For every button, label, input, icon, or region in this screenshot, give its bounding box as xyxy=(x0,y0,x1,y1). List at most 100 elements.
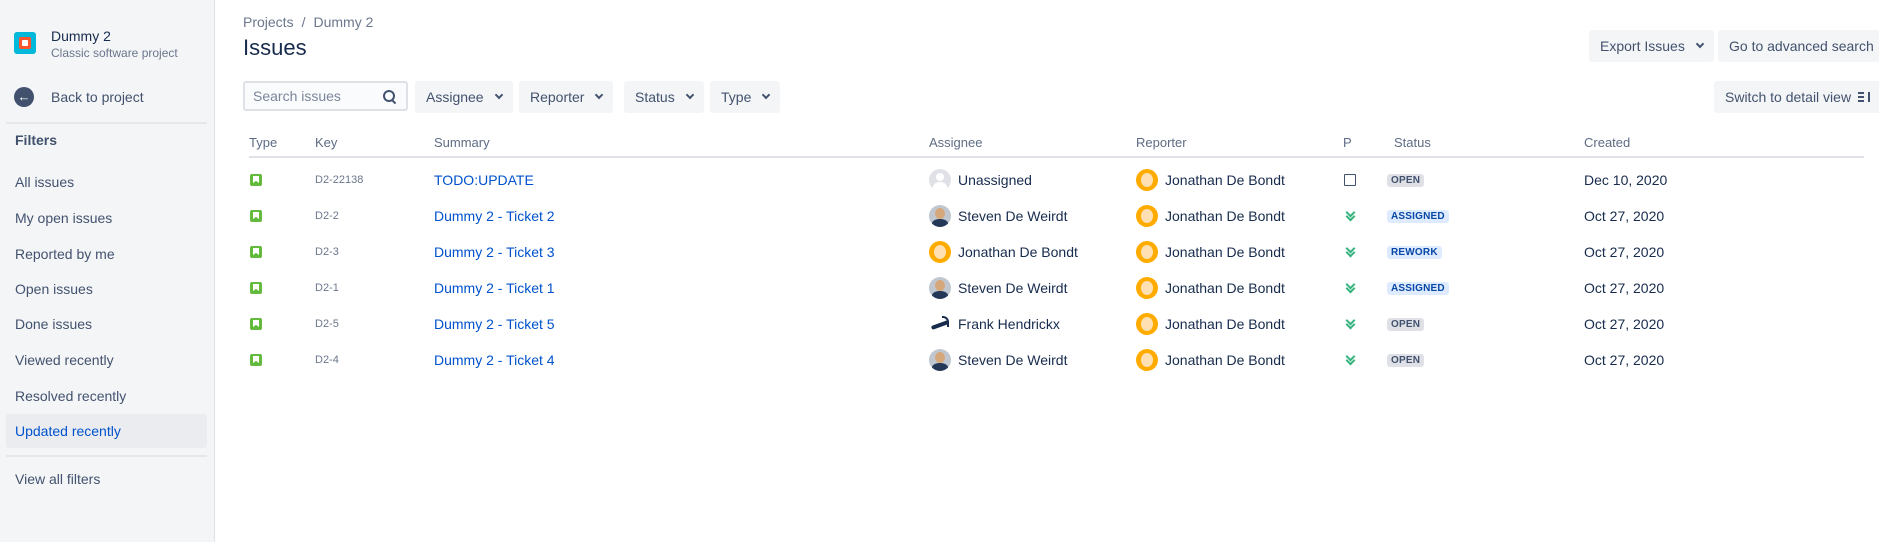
assignee-name: Jonathan De Bondt xyxy=(958,244,1078,260)
page-title: Issues xyxy=(243,35,307,60)
priority-low-icon xyxy=(1344,210,1356,222)
created-date: Oct 27, 2020 xyxy=(1584,244,1665,260)
issue-key[interactable]: D2-5 xyxy=(315,306,339,342)
issue-key[interactable]: D2-2 xyxy=(315,198,339,234)
status-badge: OPEN xyxy=(1387,173,1425,187)
advanced-search-label: Go to advanced search xyxy=(1729,38,1874,54)
sidebar-item-open-issues[interactable]: Open issues xyxy=(6,272,207,306)
sidebar-item-resolved-recently[interactable]: Resolved recently xyxy=(6,379,207,413)
assignee-name: Unassigned xyxy=(958,172,1032,188)
filters-heading: Filters xyxy=(15,132,58,148)
status-badge: OPEN xyxy=(1387,317,1425,331)
sidebar-divider xyxy=(6,455,207,457)
issue-summary-link[interactable]: TODO:UPDATE xyxy=(434,162,534,198)
project-header[interactable]: Dummy 2 Classic software project xyxy=(14,26,178,60)
avatar xyxy=(1136,205,1158,227)
created-date: Oct 27, 2020 xyxy=(1584,316,1665,332)
arrow-left-circle-icon: ← xyxy=(14,87,34,107)
type-filter-button[interactable]: Type xyxy=(710,81,781,113)
column-header-created[interactable]: Created xyxy=(1584,135,1630,150)
avatar xyxy=(1136,349,1158,371)
export-issues-button[interactable]: Export Issues xyxy=(1589,30,1714,62)
column-header-key[interactable]: Key xyxy=(315,135,337,150)
table-row[interactable]: D2-22138 TODO:UPDATE Unassigned Jonathan… xyxy=(249,162,1864,198)
avatar xyxy=(929,313,951,335)
column-header-type[interactable]: Type xyxy=(249,135,277,150)
assignee-name: Steven De Weirdt xyxy=(958,208,1068,224)
column-header-status[interactable]: Status xyxy=(1394,135,1431,150)
chevron-down-icon xyxy=(762,90,771,100)
status-filter-button[interactable]: Status xyxy=(624,81,704,113)
assignee-cell: Frank Hendrickx xyxy=(929,306,1060,342)
search-input[interactable] xyxy=(253,88,383,104)
reporter-cell: Jonathan De Bondt xyxy=(1136,162,1285,198)
priority-low-icon xyxy=(1344,282,1356,294)
avatar xyxy=(929,349,951,371)
column-header-priority[interactable]: P xyxy=(1343,135,1352,150)
switch-to-detail-view-button[interactable]: Switch to detail view xyxy=(1714,81,1879,113)
table-row[interactable]: D2-5 Dummy 2 - Ticket 5 Frank Hendrickx … xyxy=(249,306,1864,342)
sidebar-item-all-issues[interactable]: All issues xyxy=(6,165,207,199)
issue-summary-link[interactable]: Dummy 2 - Ticket 3 xyxy=(434,234,555,270)
sidebar-item-done-issues[interactable]: Done issues xyxy=(6,307,207,341)
avatar xyxy=(929,241,951,263)
issue-key[interactable]: D2-4 xyxy=(315,342,339,378)
reporter-cell: Jonathan De Bondt xyxy=(1136,306,1285,342)
search-icon[interactable] xyxy=(383,89,396,103)
assignee-cell: Steven De Weirdt xyxy=(929,270,1067,306)
project-avatar-icon xyxy=(14,32,36,54)
reporter-filter-button[interactable]: Reporter xyxy=(519,81,614,113)
priority-low-icon xyxy=(1344,246,1356,258)
story-icon xyxy=(250,318,262,330)
column-header-reporter[interactable]: Reporter xyxy=(1136,135,1187,150)
table-row[interactable]: D2-1 Dummy 2 - Ticket 1 Steven De Weirdt… xyxy=(249,270,1864,306)
avatar xyxy=(929,205,951,227)
project-info: Dummy 2 Classic software project xyxy=(51,26,178,60)
table-row[interactable]: D2-4 Dummy 2 - Ticket 4 Steven De Weirdt… xyxy=(249,342,1864,378)
detail-view-label: Switch to detail view xyxy=(1725,89,1852,105)
issue-key[interactable]: D2-3 xyxy=(315,234,339,270)
table-row[interactable]: D2-2 Dummy 2 - Ticket 2 Steven De Weirdt… xyxy=(249,198,1864,234)
avatar xyxy=(929,169,951,191)
issue-summary-link[interactable]: Dummy 2 - Ticket 5 xyxy=(434,306,555,342)
advanced-search-button[interactable]: Go to advanced search xyxy=(1718,30,1879,62)
search-box xyxy=(243,81,408,111)
reporter-filter-label: Reporter xyxy=(530,89,585,105)
created-date: Oct 27, 2020 xyxy=(1584,280,1665,296)
sidebar-item-updated-recently[interactable]: Updated recently xyxy=(6,414,207,448)
story-icon xyxy=(250,354,262,366)
issue-summary-link[interactable]: Dummy 2 - Ticket 4 xyxy=(434,342,555,378)
avatar xyxy=(1136,241,1158,263)
project-name: Dummy 2 xyxy=(51,28,111,44)
breadcrumb-projects[interactable]: Projects xyxy=(243,14,294,30)
assignee-cell: Steven De Weirdt xyxy=(929,342,1067,378)
sidebar-item-viewed-recently[interactable]: Viewed recently xyxy=(6,343,207,377)
breadcrumb-project[interactable]: Dummy 2 xyxy=(313,14,373,30)
priority-trivial-icon xyxy=(1344,174,1356,186)
story-icon xyxy=(250,282,262,294)
table-header: Type Key Summary Assignee Reporter P Sta… xyxy=(249,132,1864,158)
assignee-cell: Unassigned xyxy=(929,162,1032,198)
chevron-down-icon xyxy=(1695,39,1705,49)
reporter-name: Jonathan De Bondt xyxy=(1165,244,1285,260)
column-header-summary[interactable]: Summary xyxy=(434,135,490,150)
column-header-assignee[interactable]: Assignee xyxy=(929,135,982,150)
reporter-cell: Jonathan De Bondt xyxy=(1136,198,1285,234)
reporter-name: Jonathan De Bondt xyxy=(1165,280,1285,296)
issue-summary-link[interactable]: Dummy 2 - Ticket 1 xyxy=(434,270,555,306)
view-all-filters-link[interactable]: View all filters xyxy=(6,462,207,496)
reporter-name: Jonathan De Bondt xyxy=(1165,172,1285,188)
reporter-cell: Jonathan De Bondt xyxy=(1136,234,1285,270)
sidebar-divider xyxy=(6,122,207,124)
issue-key[interactable]: D2-1 xyxy=(315,270,339,306)
reporter-cell: Jonathan De Bondt xyxy=(1136,270,1285,306)
issue-summary-link[interactable]: Dummy 2 - Ticket 2 xyxy=(434,198,555,234)
back-to-project-link[interactable]: ← Back to project xyxy=(14,87,144,107)
issue-key[interactable]: D2-22138 xyxy=(315,162,363,198)
table-row[interactable]: D2-3 Dummy 2 - Ticket 3 Jonathan De Bond… xyxy=(249,234,1864,270)
sidebar-item-reported-by-me[interactable]: Reported by me xyxy=(6,237,207,271)
sidebar-item-my-open-issues[interactable]: My open issues xyxy=(6,201,207,235)
priority-low-icon xyxy=(1344,318,1356,330)
assignee-filter-button[interactable]: Assignee xyxy=(415,81,513,113)
assignee-filter-label: Assignee xyxy=(426,89,484,105)
